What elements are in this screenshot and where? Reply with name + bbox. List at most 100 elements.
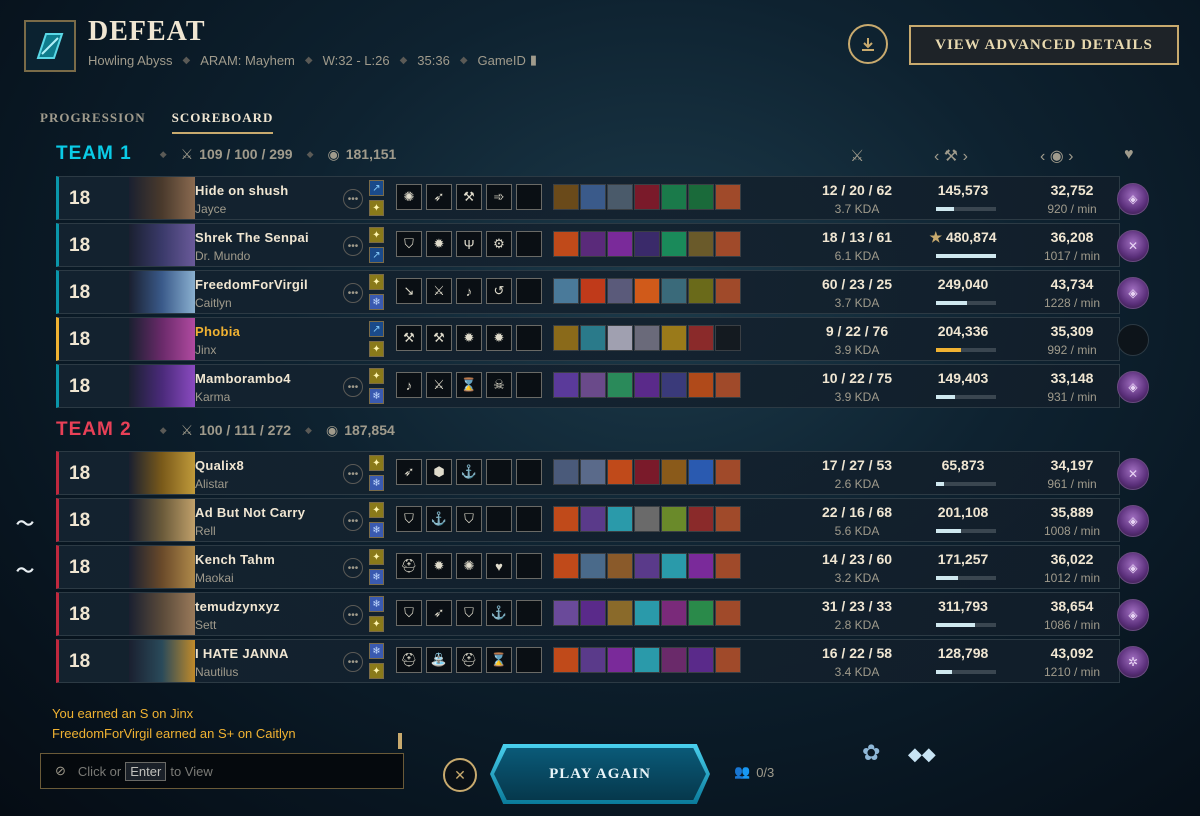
separator-dot: ◆ [399, 54, 408, 66]
player-gold: 36,208 [1050, 229, 1094, 245]
player-kda-ratio: 3.9 KDA [834, 390, 880, 404]
player-level: 18 [69, 235, 91, 256]
damage-column-selector[interactable]: ‹ ⚒ › [934, 146, 968, 166]
view-advanced-details-button[interactable]: VIEW ADVANCED DETAILS [909, 25, 1179, 65]
copy-icon[interactable]: ▮ [530, 52, 537, 68]
honor-emblem[interactable]: ✕ [1117, 230, 1149, 262]
team2-player-row[interactable]: 18 Qualix8 Alistar ••• ✦ ❄ ➶ ⬢ ⚓ 17 / 27… [56, 451, 1149, 495]
summoner-name[interactable]: Qualix8 [195, 458, 244, 473]
separator-dot: ◆ [159, 424, 167, 435]
chat-input[interactable]: ⊘ Click or Enter to View [40, 753, 404, 789]
chat-scrollbar[interactable] [398, 733, 402, 749]
player-kda: 9 / 22 / 76 [825, 323, 889, 339]
champion-portrait-jinx [129, 318, 195, 360]
item-icon [688, 647, 714, 673]
item-build [553, 184, 741, 210]
augment-icon: ➾ [486, 184, 512, 210]
party-members-icon: 👥 [734, 764, 751, 779]
team2-player-row[interactable]: 18 Ad But Not Carry Rell ••• ✦ ❄ ⛉ ⚓ ⛉ 2… [56, 498, 1149, 542]
player-kda: 22 / 16 / 68 [821, 504, 893, 520]
team2-player-row[interactable]: 18 Kench Tahm Maokai ••• ✦ ❄ ⛑ ✹ ✺ ♥ 14 … [56, 545, 1149, 589]
summoner-name[interactable]: Shrek The Senpai [195, 230, 309, 245]
honor-emblem[interactable]: ✲ [1117, 646, 1149, 678]
mark-spell-icon: ✦ [369, 227, 384, 243]
team2-player-row[interactable]: 18 temudzynxyz Sett ••• ❄ ✦ ⛉ ➶ ⛉ ⚓ 31 /… [56, 592, 1149, 636]
item-icon [661, 325, 687, 351]
team1-player-row[interactable]: 18 FreedomForVirgil Caitlyn ••• ✦ ❄ ↘ ⚔ … [56, 270, 1149, 314]
summoner-name[interactable]: temudzynxyz [195, 599, 280, 614]
more-options-button[interactable]: ••• [343, 652, 363, 672]
party-count: 0/3 [756, 764, 775, 780]
item-icon [607, 372, 633, 398]
enter-key-hint: Enter [125, 761, 167, 781]
team1-player-row[interactable]: 18 Shrek The Senpai Dr. Mundo ••• ✦ ↗ ⛉ … [56, 223, 1149, 267]
honor-emblem[interactable]: ✕ [1117, 458, 1149, 490]
tab-progression[interactable]: PROGRESSION [40, 110, 146, 134]
player-kda-ratio: 3.4 KDA [834, 665, 880, 679]
augment-icon: ⚔ [426, 372, 452, 398]
honor-emblem[interactable]: ◈ [1117, 552, 1149, 584]
more-options-button[interactable]: ••• [343, 283, 363, 303]
kda-column-icon: ⚔ [850, 148, 865, 165]
tab-scoreboard[interactable]: SCOREBOARD [171, 110, 274, 134]
item-icon [580, 459, 606, 485]
champion-name: Rell [195, 524, 216, 538]
honor-emblem[interactable]: ◈ [1117, 505, 1149, 537]
game-id-label[interactable]: GameID [478, 53, 526, 68]
gold-coins-icon: ◉ [325, 421, 339, 438]
player-gold-per-min: 961 / min [1047, 477, 1097, 491]
summoner-name[interactable]: Phobia [195, 324, 240, 339]
item-icon [634, 278, 660, 304]
gold-column-selector[interactable]: ‹ ◉ › [1040, 146, 1074, 166]
summoner-name[interactable]: Kench Tahm [195, 552, 275, 567]
play-again-button[interactable]: PLAY AGAIN [494, 748, 706, 800]
champion-portrait-sett [129, 593, 195, 635]
item-build [553, 600, 741, 626]
augment-icon: ✹ [456, 325, 482, 351]
player-kda: 16 / 22 / 58 [821, 645, 893, 661]
honor-emblem[interactable]: ◈ [1117, 599, 1149, 631]
item-icon [688, 231, 714, 257]
damage-bar-fill [936, 670, 953, 674]
honor-emblem[interactable]: ◈ [1117, 183, 1149, 215]
mute-chat-icon[interactable]: ⊘ [55, 763, 66, 779]
honor-crest-icon[interactable]: ✿ [862, 740, 880, 766]
item-icon [715, 600, 741, 626]
party-marker-icon: 〜 [16, 514, 34, 534]
clarity-spell-icon: ❄ [369, 475, 384, 491]
summoner-name[interactable]: Ad But Not Carry [195, 505, 305, 520]
item-icon [553, 325, 579, 351]
close-button[interactable]: ✕ [443, 758, 477, 792]
team2-player-row[interactable]: 18 I HATE JANNA Nautilus ••• ❄ ✦ ⛑ ⛲ ⛑ ⌛… [56, 639, 1149, 683]
player-gold: 35,309 [1050, 323, 1094, 339]
more-options-button[interactable]: ••• [343, 511, 363, 531]
honor-emblem[interactable]: ◈ [1117, 277, 1149, 309]
more-options-button[interactable]: ••• [343, 464, 363, 484]
chat-message: FreedomForVirgil earned an S+ on Caitlyn [52, 726, 296, 741]
augment-icon: ⛲ [426, 647, 452, 673]
champion-name: Dr. Mundo [195, 249, 251, 263]
honor-emblem[interactable]: ◈ [1117, 371, 1149, 403]
player-gold-per-min: 931 / min [1047, 390, 1097, 404]
more-options-button[interactable]: ••• [343, 605, 363, 625]
mastery-gems-icon[interactable]: ◆◆ [908, 744, 936, 765]
summoner-spells: ✦ ↗ [369, 227, 385, 267]
more-options-button[interactable]: ••• [343, 558, 363, 578]
download-replay-button[interactable] [848, 24, 888, 64]
item-icon [634, 553, 660, 579]
team1-player-row[interactable]: 18 Hide on shush Jayce ••• ↗ ✦ ✺ ➶ ⚒ ➾ 1… [56, 176, 1149, 220]
team1-player-row[interactable]: 18 Mamborambo4 Karma ••• ✦ ❄ ♪ ⚔ ⌛ ☠ 10 … [56, 364, 1149, 408]
summoner-name[interactable]: FreedomForVirgil [195, 277, 308, 292]
more-options-button[interactable]: ••• [343, 377, 363, 397]
more-options-button[interactable]: ••• [343, 189, 363, 209]
player-kda: 31 / 23 / 33 [821, 598, 893, 614]
clarity-spell-icon: ❄ [369, 388, 384, 404]
summoner-name[interactable]: Hide on shush [195, 183, 288, 198]
item-icon [607, 647, 633, 673]
team1-player-row-self[interactable]: 18 Phobia Jinx ↗ ✦ ⚒ ⚒ ✹ ✹ 9 / 22 / 76 3… [56, 317, 1149, 361]
summoner-name[interactable]: I HATE JANNA [195, 646, 289, 661]
player-damage-value: 480,874 [945, 229, 997, 245]
clarity-spell-icon: ❄ [369, 643, 384, 659]
more-options-button[interactable]: ••• [343, 236, 363, 256]
summoner-name[interactable]: Mamborambo4 [195, 371, 291, 386]
